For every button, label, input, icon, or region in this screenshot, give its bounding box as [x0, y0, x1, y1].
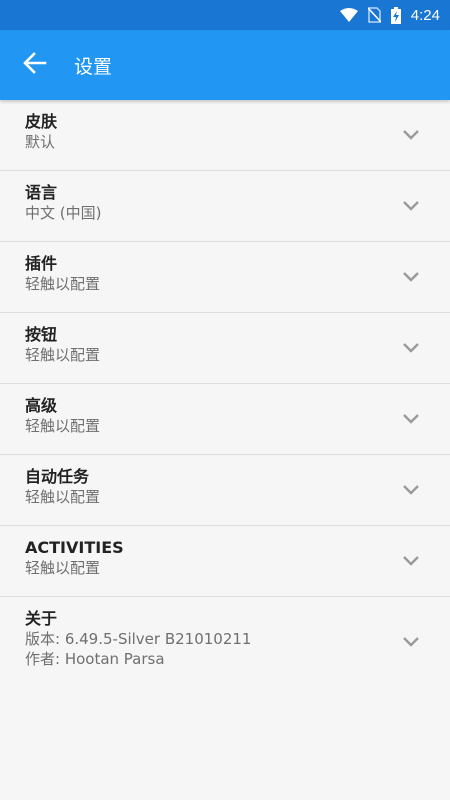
battery-charging-icon	[390, 6, 401, 24]
setting-title: 高级	[25, 396, 58, 415]
setting-summary: 轻触以配置	[25, 275, 101, 293]
chevron-down-icon	[402, 484, 420, 496]
setting-skin[interactable]: 皮肤 默认	[0, 100, 450, 171]
chevron-down-icon	[402, 271, 420, 283]
setting-title: 关于	[25, 609, 58, 628]
setting-summary: 默认	[25, 133, 56, 151]
setting-summary: 轻触以配置	[25, 488, 101, 506]
setting-about[interactable]: 关于 版本: 6.49.5-Silver B21010211 作者: Hoota…	[0, 597, 450, 687]
chevron-down-icon	[402, 636, 420, 648]
setting-auto-tasks[interactable]: 自动任务 轻触以配置	[0, 455, 450, 526]
chevron-down-icon	[402, 555, 420, 567]
setting-summary: 轻触以配置	[25, 559, 101, 577]
setting-plugins[interactable]: 插件 轻触以配置	[0, 242, 450, 313]
setting-buttons[interactable]: 按钮 轻触以配置	[0, 313, 450, 384]
setting-advanced[interactable]: 高级 轻触以配置	[0, 384, 450, 455]
arrow-back-icon	[23, 52, 47, 78]
setting-title: 插件	[25, 254, 58, 273]
setting-title: ACTIVITIES	[25, 538, 124, 557]
clock: 4:24	[410, 6, 440, 24]
setting-activities[interactable]: ACTIVITIES 轻触以配置	[0, 526, 450, 597]
author-text: 作者: Hootan Parsa	[25, 650, 165, 668]
setting-summary: 中文 (中国)	[25, 204, 102, 222]
version-text: 版本: 6.49.5-Silver B21010211	[25, 630, 252, 648]
setting-summary: 轻触以配置	[25, 417, 101, 435]
setting-title: 语言	[25, 183, 58, 202]
setting-summary: 轻触以配置	[25, 346, 101, 364]
settings-list: 皮肤 默认 语言 中文 (中国) 插件 轻触以配置 按钮 轻触以配置 高级 轻触…	[0, 100, 450, 687]
chevron-down-icon	[402, 413, 420, 425]
setting-title: 按钮	[25, 325, 58, 344]
chevron-down-icon	[402, 200, 420, 212]
back-button[interactable]	[17, 47, 53, 83]
wifi-icon	[339, 8, 358, 22]
setting-title: 自动任务	[25, 467, 90, 486]
setting-language[interactable]: 语言 中文 (中国)	[0, 171, 450, 242]
app-bar: 设置	[0, 30, 450, 100]
status-bar: 4:24	[0, 0, 450, 30]
chevron-down-icon	[402, 129, 420, 141]
chevron-down-icon	[402, 342, 420, 354]
page-title: 设置	[74, 55, 113, 78]
setting-title: 皮肤	[25, 112, 58, 131]
no-sim-icon	[367, 7, 381, 23]
